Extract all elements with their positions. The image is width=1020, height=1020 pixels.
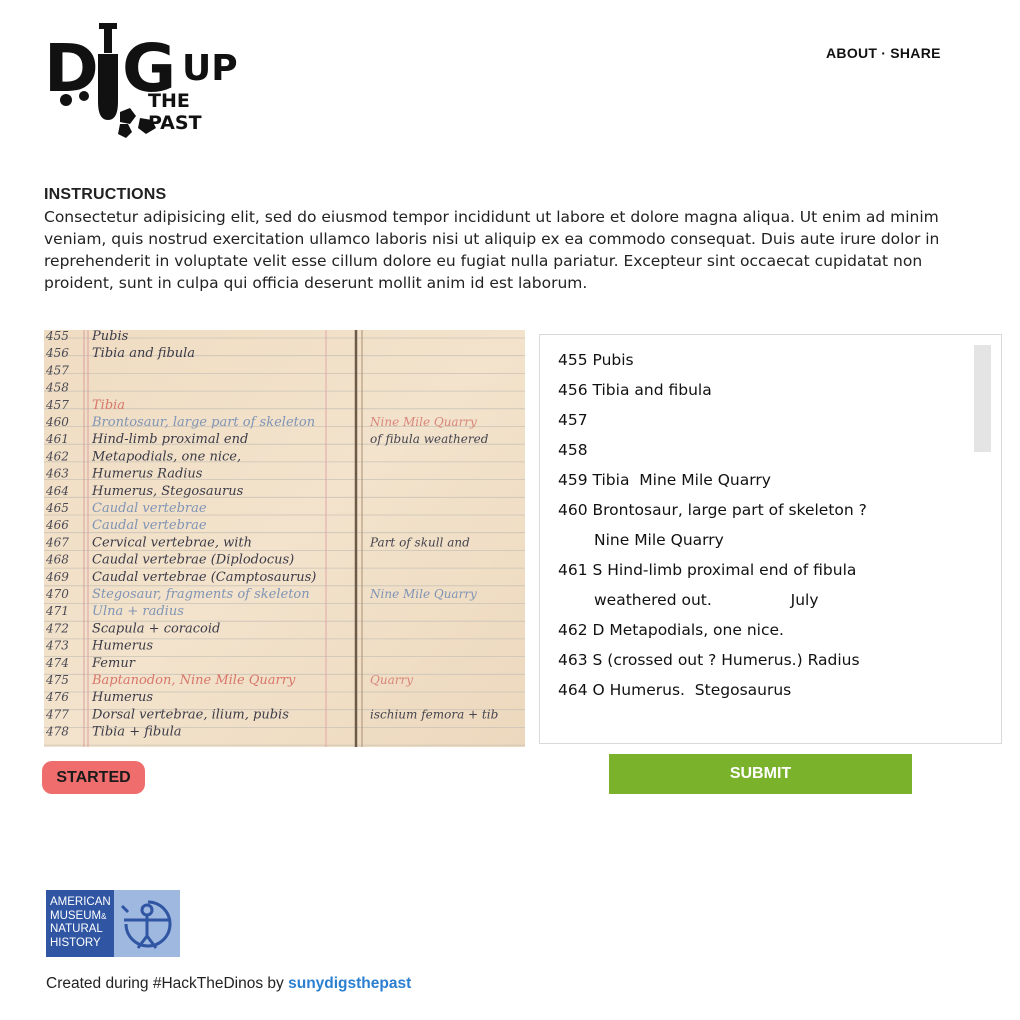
amnh-wordmark: AMERICAN MUSEUM& NATURAL HISTORY bbox=[50, 896, 116, 950]
ledger-number: 464 bbox=[45, 484, 69, 498]
ledger-entry: Humerus Radius bbox=[91, 467, 203, 482]
top-nav: ABOUT · SHARE bbox=[826, 45, 941, 61]
amnh-line-1: AMERICAN bbox=[50, 896, 111, 908]
ledger-number: 461 bbox=[45, 432, 69, 446]
ledger-entry: Tibia bbox=[92, 398, 125, 413]
ledger-entry: Femur bbox=[91, 656, 136, 671]
ledger-entry: Pubis bbox=[91, 330, 129, 344]
ledger-entry: Ulna + radius bbox=[92, 604, 184, 619]
ledger-number: 470 bbox=[45, 587, 69, 601]
ledger-entry: Humerus bbox=[91, 639, 153, 654]
ledger-number: 471 bbox=[45, 604, 69, 618]
amnh-line-3: NATURAL bbox=[50, 923, 103, 935]
ledger-entry: Scapula + coracoid bbox=[92, 621, 220, 636]
ledger-number: 462 bbox=[45, 449, 69, 463]
amnh-logo[interactable]: AMERICAN MUSEUM& NATURAL HISTORY bbox=[46, 890, 180, 957]
transcription-text[interactable]: 455 Pubis 456 Tibia and fibula 457 458 459 T… bbox=[558, 345, 968, 705]
ledger-number: 465 bbox=[45, 501, 69, 515]
ledger-number: 475 bbox=[45, 673, 69, 687]
ledger-number: 455 bbox=[45, 330, 69, 343]
ledger-entry: Dorsal vertebrae, ilium, pubis bbox=[91, 707, 289, 722]
ledger-entry: Tibia and fibula bbox=[92, 346, 195, 361]
transcript-line: 463 S (crossed out ? Humerus.) Radius bbox=[558, 651, 860, 669]
ledger-number: 463 bbox=[45, 467, 69, 481]
transcript-line: 455 Pubis bbox=[558, 351, 634, 369]
ledger-number: 458 bbox=[45, 381, 69, 395]
logo-word-up: UP bbox=[182, 48, 238, 89]
ledger-note: ischium femora + tib bbox=[370, 707, 498, 721]
logo-tagline: THE PAST bbox=[148, 90, 202, 134]
ledger-note: Part of skull and bbox=[369, 535, 470, 549]
ledger-entry: Baptanodon, Nine Mile Quarry bbox=[91, 673, 296, 688]
ledger-number: 468 bbox=[45, 553, 69, 567]
transcript-line: 458 bbox=[558, 441, 588, 459]
ledger-scan: 455 Pubis 456 Tibia and fibula 457 458 457 Tibi… bbox=[44, 330, 525, 747]
status-badge: STARTED bbox=[42, 761, 145, 794]
ledger-entry: Caudal vertebrae (Camptosaurus) bbox=[92, 570, 316, 585]
ledger-entry: Tibia + fibula bbox=[92, 725, 182, 740]
ledger-entry: Caudal vertebrae bbox=[92, 501, 207, 516]
ledger-entry: Metapodials, one nice, bbox=[91, 449, 241, 464]
transcript-line: 461 S Hind-limb proximal end of fibula bbox=[558, 561, 857, 579]
about-link[interactable]: ABOUT bbox=[826, 45, 877, 61]
transcript-line: 456 Tibia and fibula bbox=[558, 381, 712, 399]
submit-button[interactable]: SUBMIT bbox=[609, 754, 912, 794]
transcription-box[interactable]: 455 Pubis 456 Tibia and fibula 457 458 459 T… bbox=[539, 334, 1002, 744]
credit-link[interactable]: sunydigsthepast bbox=[288, 975, 411, 992]
ledger-note: of fibula weathered bbox=[370, 432, 489, 446]
ledger-number: 472 bbox=[45, 621, 69, 635]
transcription-scrollbar[interactable] bbox=[974, 345, 991, 452]
ledger-number: 477 bbox=[45, 707, 69, 721]
ledger-note: Nine Mile Quarry bbox=[369, 415, 477, 429]
site-logo[interactable]: D G UP THE PAST bbox=[44, 20, 244, 145]
nav-separator: · bbox=[881, 45, 887, 61]
instructions-heading: INSTRUCTIONS bbox=[44, 186, 167, 203]
ledger-note: Quarry bbox=[370, 673, 413, 687]
ledger-number: 457 bbox=[45, 398, 69, 412]
ledger-number: 473 bbox=[45, 639, 69, 653]
transcript-line: Nine Mile Quarry bbox=[594, 531, 724, 549]
ledger-note: Nine Mile Quarry bbox=[369, 587, 477, 601]
ledger-number: 456 bbox=[45, 346, 69, 360]
credit-line: Created during #HackTheDinos by sunydigs… bbox=[46, 975, 411, 993]
amnh-line-4: HISTORY bbox=[50, 936, 101, 949]
transcript-line: 459 Tibia Mine Mile Quarry bbox=[558, 471, 771, 489]
instructions-section: INSTRUCTIONS Consectetur adipisicing eli… bbox=[44, 186, 994, 294]
transcript-line: 460 Brontosaur, large part of skeleton ? bbox=[558, 501, 867, 519]
ledger-entry: Hind-limb proximal end bbox=[91, 432, 248, 447]
transcript-line: 457 bbox=[558, 411, 588, 429]
credit-prefix: Created during #HackTheDinos by bbox=[46, 975, 289, 992]
ledger-entry: Caudal vertebrae bbox=[92, 518, 207, 533]
ledger-number: 466 bbox=[45, 518, 69, 532]
transcript-line: weathered out. July bbox=[594, 591, 819, 609]
amnh-line-2: MUSEUM& bbox=[50, 909, 107, 922]
ledger-entry: Stegosaur, fragments of skeleton bbox=[92, 587, 310, 602]
ledger-entry: Humerus bbox=[91, 690, 153, 705]
ledger-number: 469 bbox=[45, 570, 69, 584]
ledger-number: 467 bbox=[45, 535, 69, 549]
ledger-page-image: 455 Pubis 456 Tibia and fibula 457 458 457 Tibi… bbox=[44, 330, 525, 747]
transcript-line: 462 D Metapodials, one nice. bbox=[558, 621, 784, 639]
transcript-line: 464 O Humerus. Stegosaurus bbox=[558, 681, 792, 699]
vitruvian-emblem-icon bbox=[114, 890, 180, 957]
share-link[interactable]: SHARE bbox=[890, 45, 941, 61]
ledger-number: 474 bbox=[45, 656, 69, 670]
ledger-number: 460 bbox=[45, 415, 69, 429]
instructions-body: Consectetur adipisicing elit, sed do eiu… bbox=[44, 208, 940, 292]
ledger-number: 457 bbox=[45, 363, 69, 377]
ledger-number: 478 bbox=[45, 725, 69, 739]
ledger-entry: Cervical vertebrae, with bbox=[92, 535, 252, 550]
ledger-entry: Brontosaur, large part of skeleton bbox=[91, 415, 315, 430]
ledger-entry: Humerus, Stegosaurus bbox=[91, 484, 244, 499]
logo-letter-d: D bbox=[44, 30, 99, 107]
ledger-number: 476 bbox=[45, 690, 69, 704]
ledger-entry: Caudal vertebrae (Diplodocus) bbox=[92, 553, 294, 568]
